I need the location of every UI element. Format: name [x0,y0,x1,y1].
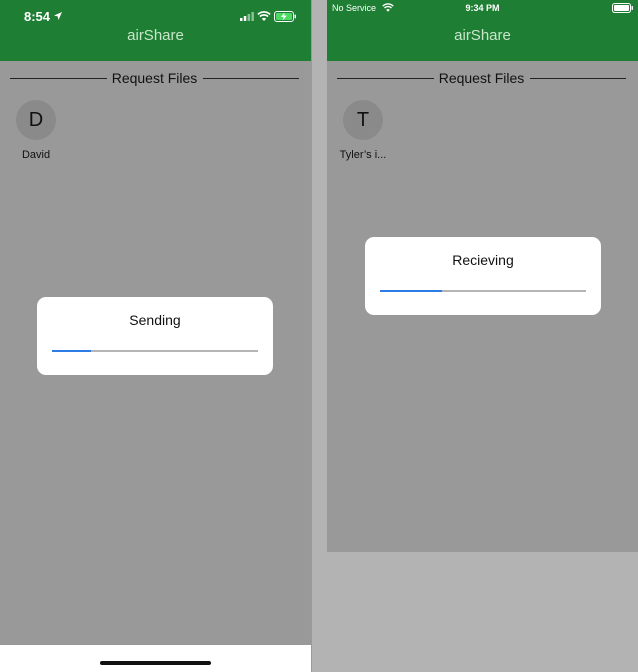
status-bar: No Service 9:34 PM [327,0,638,28]
progress-fill [380,290,442,292]
phone-screen-receiver: No Service 9:34 PM airShare Request File… [327,0,638,552]
progress-dialog: Sending [37,297,273,375]
status-time: 8:54 [24,9,51,24]
signal-icon [240,12,254,21]
dimmed-content: Request Files T Tyler’s i... Recieving [327,61,638,552]
avatar: T [343,100,383,140]
progress-dialog: Recieving [365,237,601,315]
peer-item[interactable]: D David [6,100,66,161]
nav-header: No Service 9:34 PM airShare [327,0,638,61]
location-arrow-icon [54,12,62,20]
screen-divider [311,0,312,672]
section-title: Request Files [106,70,203,86]
battery-charging-icon [274,11,297,22]
nav-header: 8:54 airShare [0,0,311,61]
wifi-icon [257,11,271,21]
dimmed-content: Request Files D David Sending [0,61,311,645]
dialog-title: Recieving [452,252,514,268]
dialog-title: Sending [129,312,181,328]
peer-name: Tyler’s i... [339,149,387,161]
avatar: D [16,100,56,140]
phone-screen-sender: 8:54 airShare Request Files D David Send… [0,0,311,672]
section-header: Request Files [10,69,299,89]
app-title: airShare [127,27,184,44]
battery-icon [612,3,634,13]
peer-name: David [21,149,51,161]
peer-item[interactable]: T Tyler’s i... [333,100,393,161]
progress-bar [52,350,258,352]
progress-fill [52,350,92,352]
status-bar: 8:54 [0,0,311,28]
section-title: Request Files [433,70,530,86]
section-header: Request Files [337,69,626,89]
home-indicator[interactable] [100,661,211,665]
app-title: airShare [454,27,511,44]
status-time: 9:34 PM [465,3,500,13]
progress-bar [380,290,586,292]
